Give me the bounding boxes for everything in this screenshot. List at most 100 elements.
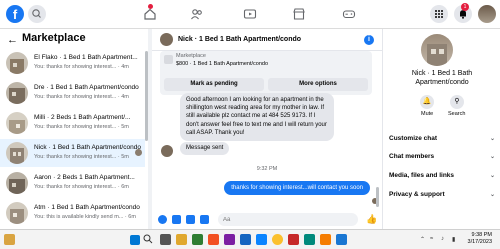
listing-thumbnail	[6, 142, 28, 164]
listing-thumbnail	[6, 52, 28, 74]
clock-date: 3/17/2023	[467, 239, 492, 245]
store-icon[interactable]	[208, 234, 219, 245]
home-icon[interactable]	[143, 7, 157, 21]
profile-name: Nick · 1 Bed 1 Bath Apartment/condo	[383, 69, 500, 87]
listing-source-label: Marketplace	[176, 53, 206, 59]
bell-icon: 🔔	[422, 98, 432, 105]
mute-label: Mute	[421, 111, 434, 117]
seen-avatar	[135, 149, 142, 156]
top-nav-bar: f 1	[0, 0, 500, 29]
grid-icon	[435, 10, 443, 18]
media-files-links-row[interactable]: Media, files and links ⌄	[389, 172, 495, 179]
app-icon[interactable]	[320, 234, 331, 245]
conversation-name: Milli · 2 Beds 1 Bath Apartment/...	[34, 114, 131, 121]
conversation-name: Aaron · 2 Beds 1 Bath Apartment...	[34, 174, 135, 181]
chat-title[interactable]: Nick · 1 Bed 1 Bath Apartment/condo	[178, 36, 301, 43]
chat-scrollbar[interactable]	[376, 187, 379, 207]
profile-avatar[interactable]	[478, 5, 496, 23]
app-icon[interactable]	[240, 234, 251, 245]
app-icon[interactable]	[304, 234, 315, 245]
home-notification-dot	[148, 4, 153, 9]
conversation-preview: You: thanks for showing interest... · 5m	[34, 124, 129, 130]
conversation-item[interactable]: Milli · 2 Beds 1 Bath Apartment/... You:…	[0, 109, 145, 137]
weather-icon[interactable]	[4, 234, 15, 245]
listing-avatar[interactable]	[421, 34, 453, 66]
conversation-name: Atm · 1 Bed 1 Bath Apartment/condo	[34, 204, 140, 211]
conversation-item[interactable]: Dre · 1 Bed 1 Bath Apartment/condo You: …	[0, 79, 145, 107]
conversation-item[interactable]: El Flako · 1 Bed 1 Bath Apartment... You…	[0, 49, 145, 77]
conversation-item-active[interactable]: Nick · 1 Bed 1 Bath Apartment/condo You:…	[0, 139, 145, 167]
incoming-message: Good afternoon I am looking for an apart…	[180, 93, 334, 141]
volume-icon[interactable]: ♪	[441, 236, 444, 242]
profile-name-line2: Apartment/condo	[415, 79, 469, 86]
conversation-name: Dre · 1 Bed 1 Bath Apartment/condo	[34, 84, 139, 91]
app-icon[interactable]	[224, 234, 235, 245]
chevron-down-icon: ⌄	[489, 154, 495, 160]
listing-thumbnail	[6, 112, 28, 134]
time-divider: 9:32 PM	[256, 166, 278, 172]
conversation-preview: You: thanks for showing interest... · 6m	[34, 184, 129, 190]
gif-icon[interactable]	[200, 215, 209, 224]
more-options-button[interactable]: More options	[268, 78, 368, 91]
message-input[interactable]	[218, 213, 358, 226]
wifi-icon[interactable]: ≈	[430, 236, 433, 242]
search-icon: ⚲	[454, 98, 460, 105]
conversation-name: Nick · 1 Bed 1 Bath Apartment/condo	[34, 144, 141, 151]
task-view-icon[interactable]	[160, 234, 171, 245]
chevron-up-icon[interactable]: ⌃	[420, 236, 425, 243]
gaming-icon[interactable]	[342, 7, 356, 21]
app-icon[interactable]	[288, 234, 299, 245]
search-label: Search	[448, 111, 466, 117]
listing-detail[interactable]: $800 · 1 Bed 1 Bath Apartment/condo	[176, 61, 268, 67]
thumbs-up-icon[interactable]: 👍	[366, 214, 377, 225]
marketplace-icon[interactable]	[292, 7, 306, 21]
sticker-icon[interactable]	[186, 215, 195, 224]
start-icon[interactable]	[130, 235, 140, 245]
edge-icon[interactable]	[256, 234, 267, 245]
image-icon[interactable]	[172, 215, 181, 224]
info-icon[interactable]: i	[364, 35, 374, 45]
clock-time: 9:38 PM	[471, 232, 492, 238]
menu-grid-button[interactable]	[430, 5, 448, 23]
sender-avatar	[161, 145, 173, 157]
sidebar-title: Marketplace	[22, 32, 86, 44]
conversation-preview: You: thanks for showing interest... · 4m	[34, 94, 129, 100]
notification-badge: 1	[461, 3, 469, 11]
file-explorer-icon[interactable]	[176, 234, 187, 245]
sidebar-scrollbar[interactable]	[145, 51, 148, 141]
taskbar-clock[interactable]: 9:38 PM 3/17/2023	[468, 232, 492, 246]
battery-icon[interactable]: ▮	[452, 236, 455, 243]
chat-members-row[interactable]: Chat members ⌄	[389, 153, 495, 160]
outgoing-message: thanks for showing interest...will conta…	[224, 181, 370, 195]
watch-icon[interactable]	[243, 7, 257, 21]
chrome-icon[interactable]	[272, 234, 283, 245]
chat-header: Nick · 1 Bed 1 Bath Apartment/condo i	[152, 29, 382, 51]
chat-avatar[interactable]	[160, 33, 173, 46]
conversation-name: El Flako · 1 Bed 1 Bath Apartment...	[34, 54, 138, 61]
customize-chat-row[interactable]: Customize chat ⌄	[389, 135, 495, 142]
listing-thumbnail	[6, 202, 28, 224]
conversation-preview: You: thanks for showing interest... · 4m	[34, 64, 129, 70]
listing-card: Marketplace $800 · 1 Bed 1 Bath Apartmen…	[160, 51, 372, 95]
search-button[interactable]	[28, 5, 46, 23]
facebook-logo[interactable]: f	[6, 5, 24, 23]
conversation-details-panel: Nick · 1 Bed 1 Bath Apartment/condo 🔔 Mu…	[382, 29, 500, 229]
plus-icon[interactable]	[158, 215, 167, 224]
message-composer: 👍	[152, 211, 382, 229]
marketplace-icon	[164, 55, 173, 64]
app-icon[interactable]	[192, 234, 203, 245]
taskbar-search-icon[interactable]	[143, 234, 153, 244]
mute-button[interactable]: 🔔	[420, 95, 434, 109]
privacy-support-row[interactable]: Privacy & support ⌄	[389, 191, 495, 198]
search-icon	[32, 9, 41, 18]
mark-as-pending-button[interactable]: Mark as pending	[164, 78, 264, 91]
app-icon[interactable]	[336, 234, 347, 245]
message-sent-notice: Message sent	[180, 142, 230, 155]
back-arrow-icon[interactable]: ←	[7, 34, 18, 46]
chat-window: Nick · 1 Bed 1 Bath Apartment/condo i Ma…	[152, 29, 382, 229]
friends-icon[interactable]	[190, 7, 204, 21]
search-in-chat-button[interactable]: ⚲	[450, 95, 464, 109]
conversation-item[interactable]: Atm · 1 Bed 1 Bath Apartment/condo You: …	[0, 199, 145, 227]
conversation-item[interactable]: Aaron · 2 Beds 1 Bath Apartment... You: …	[0, 169, 145, 197]
profile-name-line1: Nick · 1 Bed 1 Bath	[411, 70, 473, 77]
